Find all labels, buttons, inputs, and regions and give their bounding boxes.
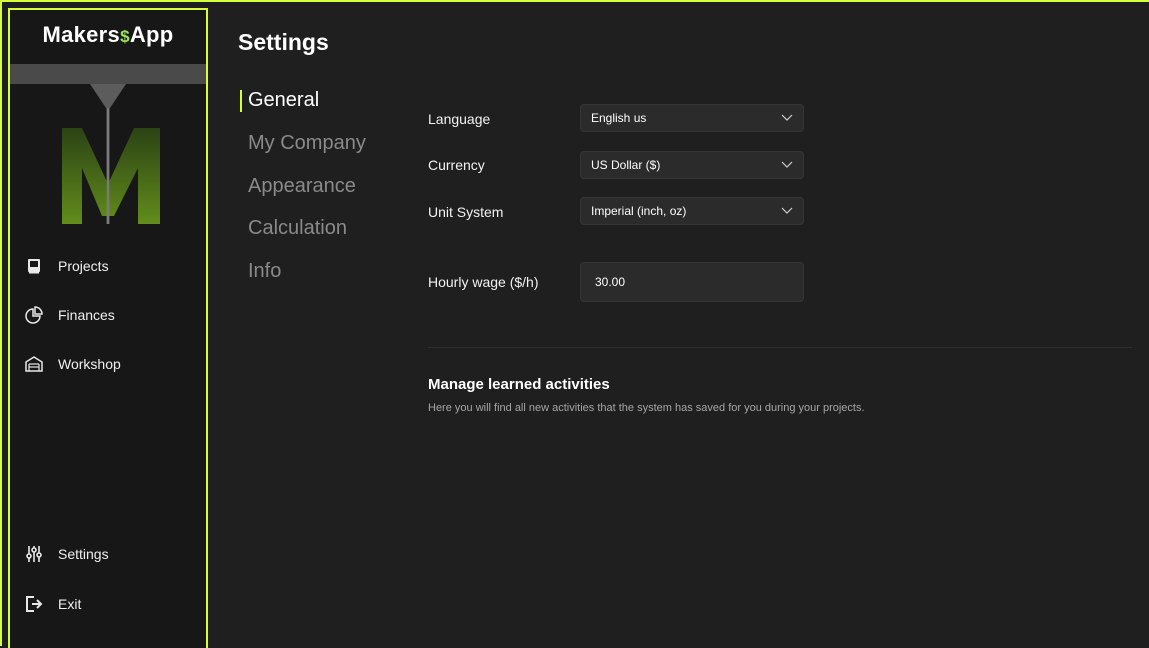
- hourly-wage-input[interactable]: 30.00: [580, 262, 804, 302]
- sidebar-item-label: Projects: [58, 258, 109, 274]
- language-select[interactable]: English us: [580, 104, 804, 132]
- brand-name-part2: App: [129, 22, 174, 47]
- exit-icon: [24, 594, 44, 614]
- unit-system-value: Imperial (inch, oz): [591, 204, 687, 218]
- pie-chart-icon: [24, 305, 44, 325]
- book-icon: [24, 256, 44, 276]
- tab-calculation[interactable]: Calculation: [248, 217, 347, 240]
- sidebar-item-label: Workshop: [58, 356, 121, 372]
- language-label: Language: [428, 111, 491, 127]
- sidebar-item-label: Exit: [58, 596, 82, 612]
- currency-select[interactable]: US Dollar ($): [580, 151, 804, 179]
- sidebar-item-finances[interactable]: Finances: [24, 302, 115, 328]
- chevron-down-icon: [781, 114, 793, 121]
- currency-label: Currency: [428, 157, 485, 173]
- sidebar-item-label: Finances: [58, 307, 115, 323]
- chevron-down-icon: [781, 161, 793, 168]
- brand-name-part1: Makers: [42, 22, 121, 47]
- chevron-down-icon: [781, 207, 793, 214]
- garage-icon: [24, 354, 44, 374]
- tab-general[interactable]: General: [248, 89, 319, 112]
- sidebar-item-projects[interactable]: Projects: [24, 253, 109, 279]
- unit-system-select[interactable]: Imperial (inch, oz): [580, 197, 804, 225]
- brand-dollar-sign: $: [120, 27, 130, 46]
- active-tab-indicator: [240, 90, 242, 112]
- tab-my-company[interactable]: My Company: [248, 132, 366, 155]
- learned-activities-description: Here you will find all new activities th…: [428, 402, 865, 414]
- hourly-wage-value: 30.00: [595, 275, 626, 289]
- app-logo-text: Makers$App: [10, 10, 206, 64]
- language-value: English us: [591, 111, 647, 125]
- hourly-wage-label: Hourly wage ($/h): [428, 274, 539, 290]
- learned-activities-title[interactable]: Manage learned activities: [428, 376, 610, 393]
- page-title: Settings: [238, 29, 329, 55]
- unit-system-label: Unit System: [428, 204, 504, 220]
- currency-value: US Dollar ($): [591, 158, 661, 172]
- tab-appearance[interactable]: Appearance: [248, 175, 356, 198]
- sidebar-item-settings[interactable]: Settings: [24, 541, 109, 567]
- sliders-icon: [24, 544, 44, 564]
- sidebar-item-workshop[interactable]: Workshop: [24, 351, 121, 377]
- sidebar: Makers$App Projects Finances Workshop Se…: [8, 8, 208, 648]
- sidebar-item-exit[interactable]: Exit: [24, 591, 81, 617]
- tab-info[interactable]: Info: [248, 260, 281, 283]
- sidebar-item-label: Settings: [58, 546, 109, 562]
- section-divider: [428, 347, 1132, 348]
- app-logo-graphic: [10, 64, 206, 224]
